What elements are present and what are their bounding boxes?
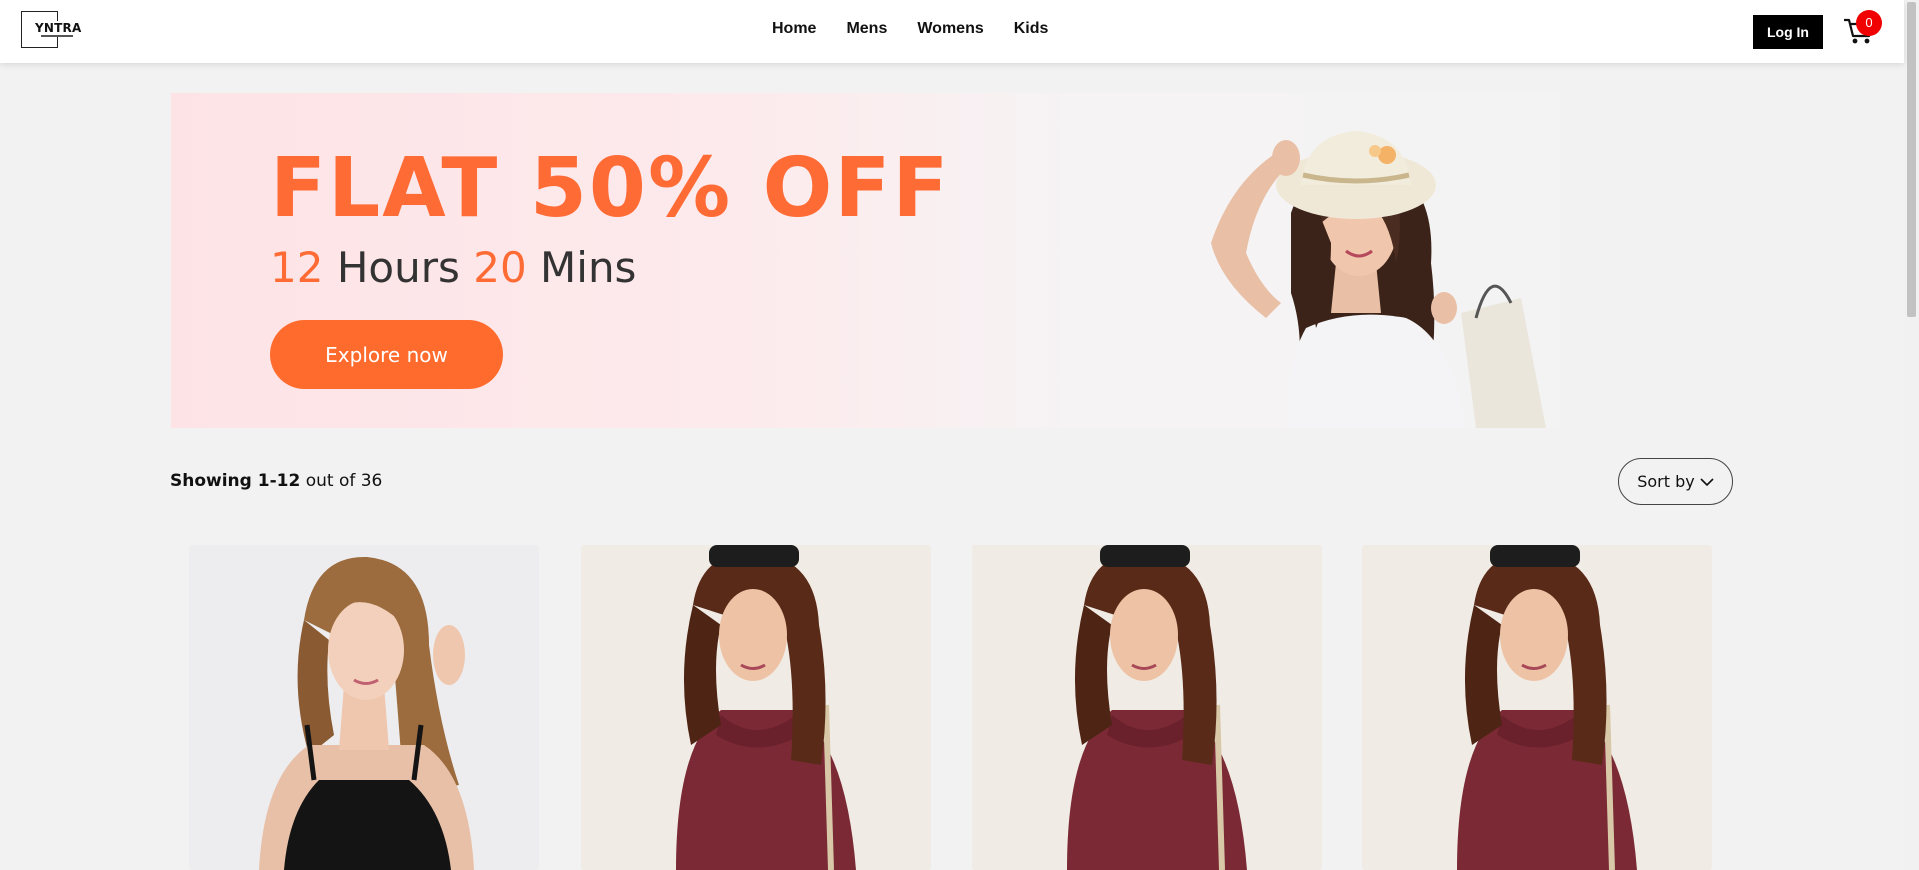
banner-model-image [1191,113,1561,428]
product-card[interactable] [189,545,539,870]
results-range: Showing 1-12 [170,471,301,491]
logo-underline [41,35,73,37]
nav-kids[interactable]: Kids [1014,20,1049,38]
product-image-woman-maroon-hoodie [581,545,931,870]
product-image-woman-maroon-hoodie [1362,545,1712,870]
nav-womens[interactable]: Womens [917,20,983,38]
nav-home[interactable]: Home [772,20,816,38]
chevron-down-icon [1700,477,1714,486]
scrollbar-thumb[interactable] [1907,2,1916,317]
login-button[interactable]: Log In [1753,15,1823,49]
page-scrollbar[interactable] [1904,0,1919,870]
countdown-hours: 12 [270,243,324,292]
banner-title: FLAT 50% OFF [270,141,951,236]
site-header: YNTRA Home Mens Womens Kids Log In 0 [0,0,1904,63]
sale-countdown: 12 Hours 20 Mins [270,243,636,292]
product-card[interactable] [1362,545,1712,870]
countdown-hours-label: Hours [336,243,460,292]
product-card[interactable] [581,545,931,870]
main-nav: Home Mens Womens Kids [772,20,1048,38]
sort-by-button[interactable]: Sort by [1618,458,1733,505]
explore-now-button[interactable]: Explore now [270,320,503,389]
product-card[interactable] [972,545,1322,870]
product-image-woman-maroon-hoodie [972,545,1322,870]
cart-count-badge: 0 [1856,10,1882,36]
product-image-woman-black-tank-top [189,545,539,870]
countdown-mins: 20 [473,243,527,292]
sort-by-label: Sort by [1637,472,1695,491]
nav-mens[interactable]: Mens [846,20,887,38]
brand-logo[interactable]: YNTRA [21,11,84,48]
logo-text: YNTRA [33,21,84,35]
results-total: out of 36 [305,471,383,491]
results-count: Showing 1-12 out of 36 [170,471,382,491]
countdown-mins-label: Mins [540,243,637,292]
promo-banner: FLAT 50% OFF 12 Hours 20 Mins Explore no… [171,93,1561,428]
